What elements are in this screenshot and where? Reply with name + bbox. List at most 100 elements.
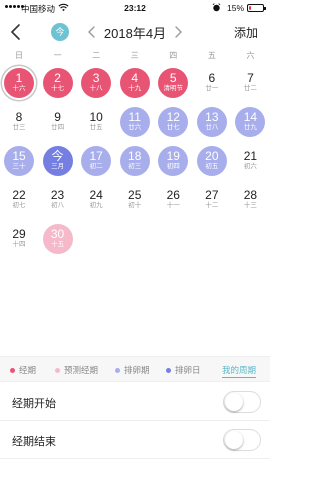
lunar-date: 三月 xyxy=(51,163,65,170)
calendar-day[interactable]: 5 清明节 xyxy=(158,68,189,98)
day-number: 28 xyxy=(243,188,258,202)
alarm-clock-icon xyxy=(212,3,221,12)
lunar-date: 十七 xyxy=(51,85,65,92)
day-number: 4 xyxy=(131,71,139,85)
day-number: 25 xyxy=(128,188,142,202)
back-icon[interactable] xyxy=(8,22,24,42)
legend-bar: 经期 预测经期 排卵期 排卵日 我的周期 xyxy=(0,356,270,382)
calendar-day[interactable]: 14 廿九 xyxy=(235,107,266,137)
legend-ovulation-label: 排卵期 xyxy=(124,365,150,375)
lunar-date: 初十 xyxy=(128,202,142,209)
calendar-day[interactable]: 22 初七 xyxy=(4,185,34,215)
period-dot-icon xyxy=(10,367,15,373)
day-number: 11 xyxy=(128,110,141,124)
legend-period-label: 经期 xyxy=(19,365,37,375)
day-number: 6 xyxy=(208,71,216,85)
ovulation-period-dot-icon xyxy=(115,367,120,373)
lunar-date: 初五 xyxy=(205,163,219,170)
day-number: 13 xyxy=(205,110,219,124)
legend-predicted-period: 预测经期 xyxy=(55,364,98,376)
battery-level xyxy=(249,6,251,10)
toggle-knob xyxy=(225,431,243,449)
calendar-day[interactable]: 17 初二 xyxy=(81,146,112,176)
calendar-day[interactable]: 26 十一 xyxy=(158,185,188,215)
lunar-date: 廿六 xyxy=(128,124,142,131)
legend-ovulation-period: 排卵期 xyxy=(115,364,150,376)
calendar-day[interactable]: 12 廿七 xyxy=(158,107,189,137)
previous-month-icon[interactable] xyxy=(86,24,98,40)
lunar-date: 初九 xyxy=(89,202,103,209)
day-number: 5 xyxy=(169,71,177,85)
period-end-label: 经期结束 xyxy=(12,436,56,448)
calendar-day[interactable]: 23 初八 xyxy=(43,185,73,215)
day-number: 22 xyxy=(12,188,26,202)
calendar-day[interactable]: 2 十七 xyxy=(42,68,73,98)
calendar-day[interactable]: 7 廿二 xyxy=(235,68,265,98)
calendar-day[interactable]: 20 初五 xyxy=(196,146,227,176)
calendar-day[interactable]: 今三月 xyxy=(42,146,73,176)
calendar-day[interactable]: 3 十八 xyxy=(81,68,112,98)
calendar-day[interactable]: 19 初四 xyxy=(158,146,189,176)
navigation-bar: 今 2018年4月 添加 xyxy=(0,18,270,46)
calendar-day[interactable]: 29 十四 xyxy=(4,224,34,254)
period-start-label: 经期开始 xyxy=(12,398,56,410)
day-number: 12 xyxy=(166,110,180,124)
calendar-day[interactable]: 25 初十 xyxy=(120,185,150,215)
day-number: 19 xyxy=(166,149,180,163)
day-number: 8 xyxy=(15,110,23,124)
period-start-toggle[interactable] xyxy=(223,391,261,413)
lunar-date: 廿三 xyxy=(12,124,26,131)
battery-icon xyxy=(247,4,266,12)
predicted-period-dot-icon xyxy=(55,367,60,373)
calendar-day[interactable]: 11 廿六 xyxy=(119,107,150,137)
calendar-day[interactable]: 18 初三 xyxy=(119,146,150,176)
calendar-day[interactable]: 15 三十 xyxy=(4,146,34,176)
lunar-date: 初二 xyxy=(89,163,103,170)
lunar-date: 三十 xyxy=(12,163,26,170)
battery-percentage: 15% xyxy=(227,3,245,13)
calendar-day[interactable]: 21 初六 xyxy=(235,146,265,176)
lunar-date: 初七 xyxy=(12,202,26,209)
calendar-day[interactable]: 10 廿五 xyxy=(81,107,111,137)
day-number: 27 xyxy=(205,188,219,202)
day-number: 23 xyxy=(50,188,65,202)
lunar-date: 廿九 xyxy=(243,124,257,131)
lunar-date: 廿七 xyxy=(166,124,180,131)
calendar-day[interactable]: 30 十五 xyxy=(42,224,73,254)
add-button[interactable]: 添加 xyxy=(234,24,258,41)
legend-period: 经期 xyxy=(10,364,36,376)
day-number: 7 xyxy=(247,71,254,85)
legend-ovulation-day-label: 排卵日 xyxy=(175,365,201,375)
calendar-day[interactable]: 8 廿三 xyxy=(4,107,34,137)
weekday-label: 六 xyxy=(246,51,255,60)
jump-to-today-button[interactable]: 今 xyxy=(51,23,69,41)
day-number: 30 xyxy=(50,227,65,241)
calendar-day[interactable]: 4 十九 xyxy=(119,68,150,98)
calendar-day[interactable]: 24 初九 xyxy=(81,185,111,215)
calendar-day[interactable]: 6 廿一 xyxy=(197,68,227,98)
calendar-day[interactable]: 28 十三 xyxy=(235,185,265,215)
day-number: 15 xyxy=(12,149,26,163)
calendar-day[interactable]: 27 十二 xyxy=(197,185,227,215)
period-end-toggle[interactable] xyxy=(223,429,261,451)
lunar-date: 初八 xyxy=(51,202,65,209)
calendar-day[interactable]: 13 廿八 xyxy=(196,107,227,137)
calendar-day[interactable]: 9 廿四 xyxy=(43,107,73,137)
lunar-date: 十六 xyxy=(12,85,26,92)
my-cycle-link[interactable]: 我的周期 xyxy=(222,364,257,378)
month-title: 2018年4月 xyxy=(103,26,167,41)
calendar-day[interactable]: 1 十六 xyxy=(4,68,34,98)
weekday-label: 二 xyxy=(92,51,101,60)
lunar-date: 十四 xyxy=(12,241,26,248)
lunar-date: 初三 xyxy=(128,163,142,170)
day-number: 3 xyxy=(92,71,100,85)
day-number: 10 xyxy=(89,110,103,124)
weekday-label: 三 xyxy=(130,51,139,60)
lunar-date: 初六 xyxy=(243,163,257,170)
next-month-icon[interactable] xyxy=(172,24,184,40)
day-number: 29 xyxy=(12,227,26,241)
day-number: 14 xyxy=(243,110,258,124)
legend-ovulation-day: 排卵日 xyxy=(166,364,201,376)
lunar-date: 清明节 xyxy=(163,85,184,92)
lunar-date: 初四 xyxy=(166,163,180,170)
